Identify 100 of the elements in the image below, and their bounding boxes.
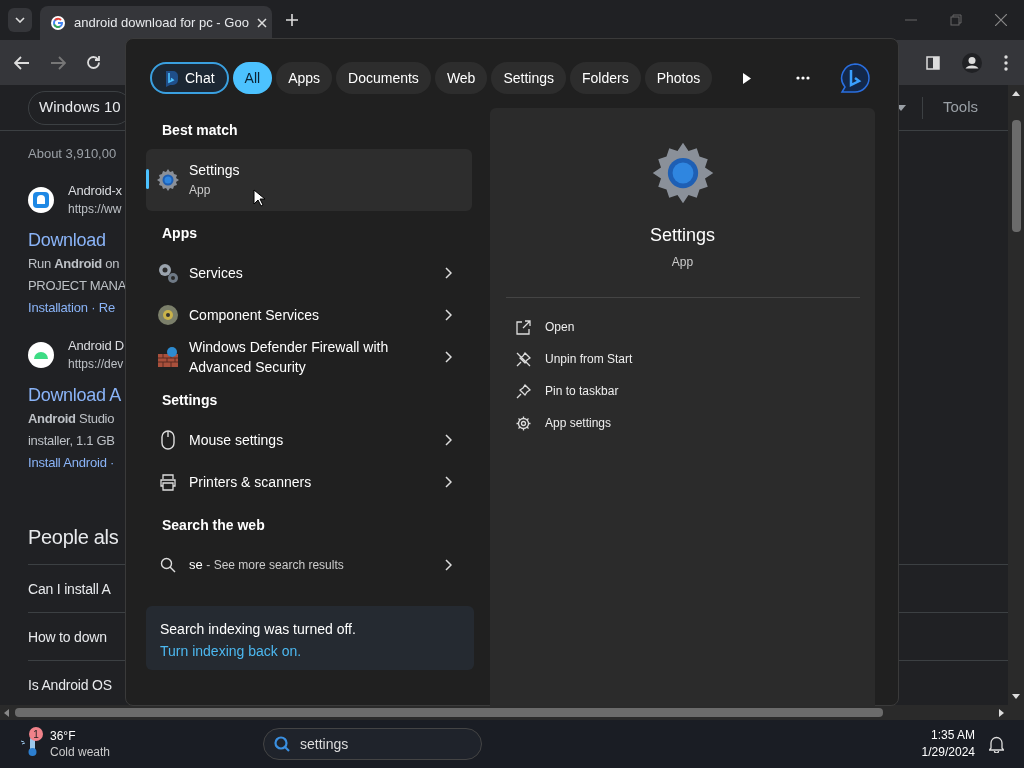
tab-list-button[interactable] <box>8 8 32 32</box>
question-item[interactable]: Is Android OS <box>28 675 112 696</box>
result-count: About 3,910,00 <box>28 145 118 163</box>
result-title-link[interactable]: Download A <box>28 382 122 408</box>
result-snippet: Run Android on <box>28 255 120 273</box>
section-heading: Apps <box>161 224 198 243</box>
back-icon[interactable] <box>14 55 30 70</box>
bing-logo-icon[interactable] <box>840 63 870 93</box>
search-result-item[interactable]: Services <box>146 252 472 294</box>
settings-icon <box>516 415 531 431</box>
weather-condition: Cold weath <box>50 744 111 760</box>
forward-icon[interactable] <box>50 55 66 70</box>
question-item[interactable]: Can I install A <box>28 579 111 600</box>
preview-action[interactable]: Pin to taskbar <box>516 375 875 407</box>
more-options-icon[interactable] <box>796 76 810 80</box>
site-name: Android-x <box>68 182 122 200</box>
search-value: settings <box>300 734 349 754</box>
bing-chat-icon <box>164 69 179 87</box>
profile-icon[interactable] <box>962 52 982 73</box>
scroll-down-icon[interactable] <box>1012 694 1020 699</box>
close-window-icon[interactable] <box>995 14 1007 26</box>
scrollbar-thumb[interactable] <box>15 708 883 717</box>
turn-indexing-on-link[interactable]: Turn indexing back on. <box>160 640 460 662</box>
result-title: Settings <box>189 161 240 180</box>
tools-link[interactable]: Tools <box>942 96 978 119</box>
result-sitelinks[interactable]: Install Android · <box>28 452 115 474</box>
result-title: Printers & scanners <box>189 473 312 492</box>
selection-indicator <box>146 169 149 189</box>
browser-tab[interactable]: android download for pc - Goo <box>40 6 272 40</box>
search-result-item[interactable]: Windows Defender Firewall with Advanced Security <box>146 336 472 378</box>
preview-action[interactable]: App settings <box>516 407 875 439</box>
clock-date[interactable]: 1/29/2024 <box>921 744 975 761</box>
search-result-item[interactable]: Mouse settings <box>146 419 472 461</box>
play-icon[interactable] <box>742 71 752 85</box>
question-item[interactable]: How to down <box>28 627 107 648</box>
scrollbar-thumb[interactable] <box>1011 120 1021 232</box>
filter-tab[interactable]: Documents <box>336 62 431 94</box>
temperature: 36°F <box>50 728 77 744</box>
search-icon <box>160 557 176 573</box>
mouse-icon <box>160 430 176 450</box>
filter-tab[interactable]: Web <box>434 62 488 94</box>
chevron-down-icon <box>15 17 25 23</box>
scroll-right-icon[interactable] <box>999 708 1004 717</box>
filter-tab[interactable]: All <box>232 62 273 94</box>
chevron-right-icon <box>444 476 452 488</box>
result-snippet: PROJECT MANA <box>28 277 126 295</box>
open-external-icon <box>516 319 531 335</box>
tab-title: android download for pc - Goo <box>74 14 249 33</box>
section-heading: Search the web <box>161 516 266 535</box>
preview-action[interactable]: Open <box>516 311 875 343</box>
result-title: Mouse settings <box>189 431 284 450</box>
preview-action[interactable]: Unpin from Start <box>516 343 875 375</box>
search-result-item[interactable]: Printers & scanners <box>146 461 472 503</box>
section-heading: Best match <box>161 121 239 140</box>
android-logo-icon <box>28 342 54 368</box>
result-title-link[interactable]: Download <box>28 227 106 253</box>
notification-badge: 1 <box>29 727 43 741</box>
pin-icon <box>516 383 531 399</box>
result-title: Windows Defender Firewall with Advanced Security <box>189 338 390 377</box>
mouse-pointer-icon <box>253 189 265 207</box>
brick-wall-icon <box>157 346 179 368</box>
filter-tab[interactable]: Apps <box>276 62 333 94</box>
filter-tab[interactable]: Folders <box>570 62 641 94</box>
scroll-left-icon[interactable] <box>4 708 9 717</box>
horizontal-scrollbar[interactable] <box>0 705 1024 720</box>
chevron-right-icon <box>444 267 452 279</box>
notice-text: Search indexing was turned off. <box>160 620 357 639</box>
search-result-item[interactable]: Settings App <box>146 149 472 211</box>
filter-tab[interactable]: Chat <box>150 62 229 94</box>
result-subtitle: App <box>189 182 211 199</box>
vertical-scrollbar[interactable] <box>1008 85 1024 705</box>
chevron-right-icon <box>444 434 452 446</box>
site-name: Android D <box>68 337 124 355</box>
gear-icon <box>156 168 180 192</box>
clock-time[interactable]: 1:35 AM <box>921 727 975 744</box>
reload-icon[interactable] <box>86 55 101 70</box>
preview-subtitle: App <box>671 254 694 271</box>
site-url: https://ww <box>68 201 122 218</box>
printer-icon <box>159 473 177 491</box>
gears-icon <box>157 262 179 284</box>
google-logo-icon <box>50 15 66 31</box>
taskbar-search-field[interactable]: settings <box>263 728 482 760</box>
side-panel-icon[interactable] <box>926 55 940 70</box>
filter-tab[interactable]: Photos <box>644 62 713 94</box>
site-url: https://dev <box>68 356 124 373</box>
menu-icon[interactable] <box>1004 54 1008 71</box>
android-app-icon <box>28 187 54 213</box>
new-tab-icon[interactable] <box>286 14 298 26</box>
result-snippet: Android Studio <box>28 410 115 428</box>
search-result-item[interactable]: se - See more search results <box>146 544 472 586</box>
filter-tab[interactable]: Settings <box>491 62 566 94</box>
close-icon[interactable] <box>256 18 267 28</box>
search-icon <box>274 736 290 752</box>
scroll-up-icon[interactable] <box>1012 91 1020 96</box>
result-sitelinks[interactable]: Installation · Re <box>28 297 115 319</box>
search-result-item[interactable]: Component Services <box>146 294 472 336</box>
component-services-icon <box>157 304 179 326</box>
notification-bell-icon[interactable] <box>989 735 1004 753</box>
preview-title: Settings <box>649 224 715 247</box>
section-heading: People als <box>28 525 119 550</box>
